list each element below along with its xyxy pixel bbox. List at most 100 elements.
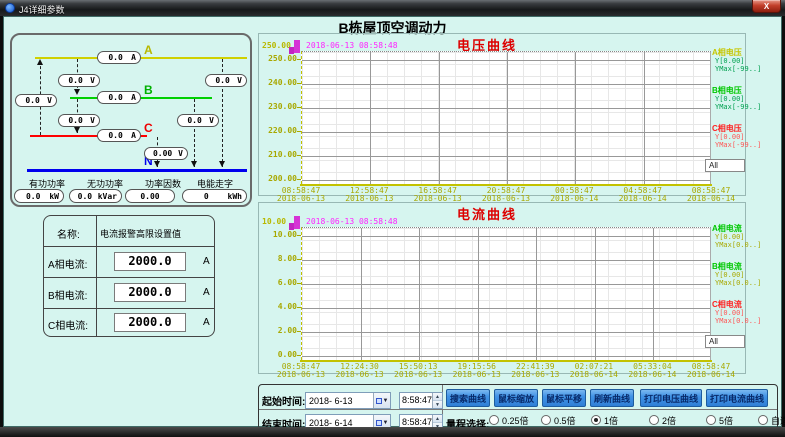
current-chart-cursor-marker-handle[interactable] bbox=[289, 223, 294, 230]
legend-ymax-value: YMax[-99..] bbox=[712, 141, 756, 149]
phase-c-current-readout: 0.0A bbox=[97, 129, 141, 142]
major-gridline-v bbox=[644, 52, 645, 184]
row-label-a-phase: A相电流: bbox=[48, 256, 87, 271]
c-phase-limit-input[interactable]: 2000.0 bbox=[114, 313, 186, 332]
radio-selected-icon[interactable] bbox=[591, 415, 601, 425]
current-chart-y-tick-label: 10.00 bbox=[259, 230, 297, 239]
close-button[interactable]: X bbox=[752, 0, 781, 13]
y-tick-mark bbox=[297, 283, 301, 284]
time-controls-panel: 起始时间: 2018- 6-13 ▼ 8:58:47 ▲▼ 结束时间: 2018… bbox=[258, 384, 778, 430]
a-phase-limit-input[interactable]: 2000.0 bbox=[114, 252, 186, 271]
radio-icon[interactable] bbox=[541, 415, 551, 425]
radio-icon[interactable] bbox=[758, 415, 768, 425]
phase-a-line bbox=[35, 57, 247, 59]
unit-label: A bbox=[203, 317, 210, 328]
unit: V bbox=[237, 76, 242, 85]
value: 0.0 bbox=[102, 93, 129, 102]
window-titlebar[interactable]: J4详细参数 X bbox=[0, 0, 785, 16]
unit: V bbox=[90, 116, 95, 125]
current-chart-x-tick-label: 12:24:302018-06-13 bbox=[335, 363, 383, 379]
refresh-curve-button[interactable]: 刷新曲线 bbox=[590, 389, 634, 407]
value-column-header: 电流报警高限设置值 bbox=[100, 227, 181, 240]
radio-label: 0.5倍 bbox=[554, 414, 576, 427]
phase-a-current-readout: 0.0A bbox=[97, 51, 141, 64]
current-chart-series-selector-all[interactable]: All bbox=[705, 335, 745, 348]
major-gridline-v bbox=[507, 52, 508, 184]
voltage-chart-y-tick-label: 250.00 bbox=[259, 54, 297, 63]
value: 0.0 bbox=[182, 116, 207, 125]
value: 0.0 bbox=[20, 96, 45, 105]
current-chart-y-tick-label: 6.00 bbox=[259, 278, 297, 287]
b-phase-limit-input[interactable]: 2000.0 bbox=[114, 283, 186, 302]
range-option-4[interactable]: 2倍 bbox=[649, 414, 676, 426]
range-option-6[interactable]: 自适应 bbox=[758, 414, 785, 426]
reactive-power-readout: 0.0kVar bbox=[69, 189, 122, 203]
spin-down-icon[interactable]: ▼ bbox=[433, 401, 442, 408]
voltage-chart-cursor-timestamp: 2018-06-13 08:58:48 bbox=[306, 41, 398, 50]
voltage-a-c-readout: 0.0V bbox=[15, 94, 57, 107]
unit: kWh bbox=[228, 192, 242, 201]
major-gridline-v bbox=[536, 228, 537, 360]
active-power-readout: 0.0kW bbox=[14, 189, 64, 203]
radio-icon[interactable] bbox=[706, 415, 716, 425]
voltage-chart-y-tick-label: 210.00 bbox=[259, 150, 297, 159]
spin-up-icon[interactable]: ▲ bbox=[433, 393, 442, 401]
voltage-chart-cursor-marker[interactable] bbox=[294, 40, 300, 53]
voltage-chart-series-selector-all[interactable]: All bbox=[705, 159, 745, 172]
value: 0 bbox=[187, 192, 226, 201]
value: 0.0 bbox=[74, 192, 96, 201]
voltage-chart-x-tick-label: 08:58:472018-06-13 bbox=[277, 187, 325, 203]
print-voltage-curve-button[interactable]: 打印电压曲线 bbox=[640, 389, 702, 407]
voltage-chart-x-tick-label: 00:58:472018-06-14 bbox=[550, 187, 598, 203]
range-option-2[interactable]: 0.5倍 bbox=[541, 414, 576, 426]
radio-icon[interactable] bbox=[649, 415, 659, 425]
voltage-chart-y-tick-label: 240.00 bbox=[259, 78, 297, 87]
start-time-spinner[interactable]: 8:58:47 ▲▼ bbox=[399, 392, 443, 409]
range-option-3[interactable]: 1倍 bbox=[591, 414, 618, 426]
current-chart-plot-area[interactable] bbox=[301, 227, 711, 360]
y-tick-mark bbox=[297, 355, 301, 356]
spin-up-icon[interactable]: ▲ bbox=[433, 415, 442, 423]
voltage-chart-plot-area[interactable] bbox=[301, 51, 711, 184]
current-chart-cursor-y-value: 10.00 bbox=[262, 217, 286, 226]
voltage-chart-x-tick-label: 12:58:472018-06-13 bbox=[345, 187, 393, 203]
search-curve-button[interactable]: 搜索曲线 bbox=[446, 389, 490, 407]
legend-y-value: Y[0.00] bbox=[712, 57, 756, 65]
current-chart-legend-entry: C相电流Y[0.00]YMax[0.0..] bbox=[712, 300, 756, 325]
radio-icon[interactable] bbox=[489, 415, 499, 425]
unit: A bbox=[131, 93, 136, 102]
major-gridline-v bbox=[595, 228, 596, 360]
voltage-chart-x-tick-label: 08:58:472018-06-14 bbox=[687, 187, 735, 203]
range-option-1[interactable]: 0.25倍 bbox=[489, 414, 529, 426]
y-tick-mark bbox=[297, 179, 301, 180]
phase-b-label: B bbox=[144, 83, 153, 97]
arrowhead-down-icon bbox=[219, 161, 225, 167]
x-tick-date: 2018-06-13 bbox=[511, 371, 559, 379]
major-gridline-h bbox=[302, 132, 710, 133]
print-current-curve-button[interactable]: 打印电流曲线 bbox=[706, 389, 768, 407]
unit: kW bbox=[49, 192, 59, 201]
major-gridline-h bbox=[302, 84, 710, 85]
legend-y-value: Y[0.00] bbox=[712, 271, 756, 279]
arrowhead-down-icon bbox=[154, 161, 160, 167]
x-tick-date: 2018-06-13 bbox=[335, 371, 383, 379]
y-tick-mark bbox=[297, 83, 301, 84]
voltage-chart-y-tick-label: 230.00 bbox=[259, 102, 297, 111]
calendar-dropdown-button[interactable]: ▼ bbox=[373, 393, 390, 408]
spinner-buttons[interactable]: ▲▼ bbox=[432, 393, 442, 408]
mouse-pan-button[interactable]: 鼠标平移 bbox=[542, 389, 586, 407]
current-chart-cursor-marker[interactable] bbox=[294, 216, 300, 229]
y-tick-mark bbox=[297, 59, 301, 60]
voltage-chart-cursor-marker-handle[interactable] bbox=[289, 47, 294, 54]
start-time-label: 起始时间: bbox=[262, 393, 305, 408]
legend-series-name: B相电流 bbox=[712, 262, 756, 271]
arrowhead-up-icon bbox=[37, 59, 43, 65]
range-option-5[interactable]: 5倍 bbox=[706, 414, 733, 426]
current-chart-y-tick-label: 8.00 bbox=[259, 254, 297, 263]
legend-series-name: B相电压 bbox=[712, 86, 756, 95]
start-date-picker[interactable]: 2018- 6-13 ▼ bbox=[305, 392, 391, 409]
mouse-zoom-button[interactable]: 鼠标缩放 bbox=[494, 389, 538, 407]
voltage-b-n-readout: 0.0V bbox=[177, 114, 219, 127]
legend-ymax-value: YMax[0.0..] bbox=[712, 317, 756, 325]
voltage-chart-legend-entry: B相电压Y[0.00]YMax[-99..] bbox=[712, 86, 756, 111]
